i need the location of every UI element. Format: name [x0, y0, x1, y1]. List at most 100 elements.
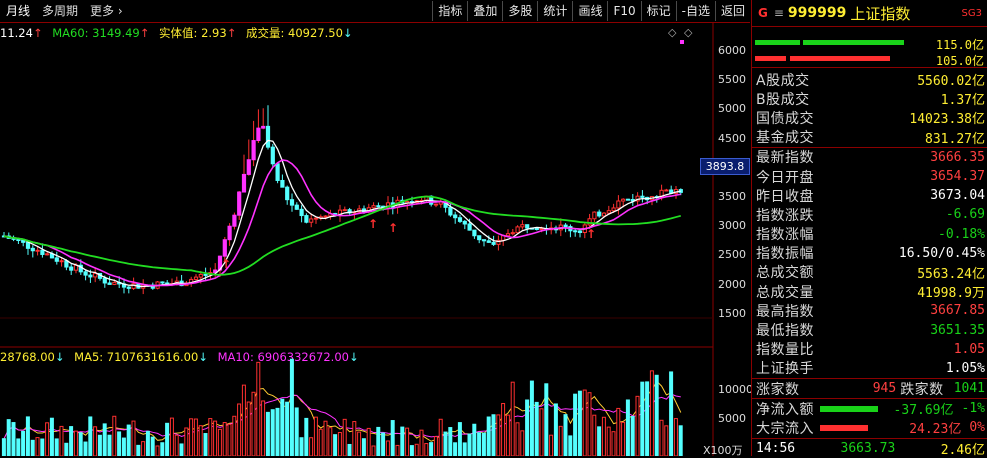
volume-bar [21, 430, 26, 456]
panel-header: G ≡ 999999 上证指数 SG3 [752, 0, 987, 27]
candle [309, 218, 314, 223]
volume-bar [419, 429, 424, 456]
volume-bar [481, 432, 486, 456]
volume-bar [93, 426, 98, 456]
volume-bar [529, 380, 534, 456]
stat-value: 831.27亿 [925, 131, 985, 147]
candle [107, 282, 112, 285]
volume-bar [49, 417, 54, 456]
candlestick-chart[interactable]: ↑ ↑ ↑ ↑ [0, 0, 750, 456]
price-axis-label: 1500 [718, 306, 746, 320]
volume-bar [160, 442, 165, 456]
volume-bar [30, 439, 35, 456]
volume-bar [501, 403, 506, 456]
stat-label: 昨日收盘 [756, 188, 814, 205]
candle [597, 211, 602, 217]
index-stat-row: 昨日收盘 3673.04 [752, 186, 987, 205]
volume-bar [625, 399, 630, 456]
volume-bar [184, 427, 189, 456]
candle [376, 205, 381, 208]
volume-bar [525, 399, 530, 456]
stat-value: -0.18% [938, 226, 985, 242]
volume-bar [40, 438, 45, 456]
stat-label: 最低指数 [756, 323, 814, 340]
volume-bar [208, 418, 213, 456]
candle [342, 209, 347, 212]
volume-bar [35, 437, 40, 456]
candle [265, 125, 271, 148]
stat-value: 3667.85 [930, 303, 985, 319]
volume-bar [88, 416, 93, 456]
volume-bar [141, 441, 146, 456]
candle [611, 207, 616, 212]
volume-bar [587, 392, 592, 456]
volume-bar [261, 400, 266, 456]
volume-bar [83, 441, 88, 456]
volume-bar [491, 414, 496, 456]
index-stat-row: 最高指数 3667.85 [752, 301, 987, 320]
buy-arrow-icon: ↑ [586, 227, 596, 241]
volume-bar [477, 432, 482, 456]
candle [539, 228, 544, 231]
volume-bar [193, 418, 198, 456]
stat-value: 1.05 [953, 341, 985, 357]
candle [606, 210, 611, 214]
candle [534, 227, 539, 230]
volume-bar [102, 423, 107, 456]
volume-bar [429, 442, 434, 456]
candle [232, 214, 237, 227]
stat-label: 指数振幅 [756, 246, 814, 263]
stat-label: 上证换手 [756, 361, 814, 378]
volume-bar [385, 440, 390, 456]
candle [285, 186, 290, 201]
volume-bar [25, 416, 30, 456]
volume-bar [45, 422, 50, 456]
stat-value: -6.69 [945, 207, 985, 223]
candle [304, 215, 309, 223]
volume-bar [472, 423, 477, 456]
volume-bar [217, 428, 222, 456]
candle [222, 239, 227, 257]
candle [486, 240, 491, 243]
volume-bar [371, 445, 376, 456]
volume-bar [553, 403, 558, 456]
price-axis-label: 5000 [718, 102, 746, 116]
g-icon[interactable]: G [758, 6, 768, 20]
candle [88, 274, 93, 278]
sg-badge: SG3 [961, 7, 982, 19]
volume-bar [549, 434, 554, 456]
volume-bar [189, 418, 194, 456]
stat-label: 今日开盘 [756, 169, 814, 186]
stat-value: 3666.35 [930, 149, 985, 165]
volume-bar [213, 420, 218, 456]
candle [313, 217, 319, 220]
volume-bar [635, 395, 640, 456]
index-stat-row: 最低指数 3651.35 [752, 320, 987, 340]
volume-bar [136, 444, 141, 456]
menu-icon[interactable]: ≡ [774, 6, 784, 20]
volume-bar [299, 437, 304, 456]
index-stat-row: 总成交量 41998.9万 [752, 282, 987, 302]
price-axis-label: 2000 [718, 277, 746, 291]
volume-bar [361, 438, 366, 456]
volume-bar [251, 391, 256, 456]
index-stat-row: 指数涨幅 -0.18% [752, 225, 987, 244]
candle [59, 260, 64, 263]
candle [256, 127, 261, 142]
volume-bar [640, 381, 645, 456]
quote-panel: G ≡ 999999 上证指数 SG3 115.0亿 105.0亿 A股成交 55… [751, 0, 987, 458]
volume-bar [539, 408, 544, 456]
candle [448, 206, 453, 216]
turnover-row: A股成交 5560.02亿 [752, 70, 987, 90]
price-axis-label: 3500 [718, 190, 746, 203]
candle [616, 200, 621, 209]
current-price-tag: 3893.8 [700, 158, 750, 175]
volume-bar [1, 438, 6, 456]
volume-bar [597, 426, 602, 456]
volume-bar [6, 419, 11, 456]
volume-bar [443, 431, 448, 456]
volume-bar [669, 371, 674, 456]
stat-label: 最新指数 [756, 150, 814, 167]
candle [573, 230, 578, 233]
volume-bar [198, 425, 203, 456]
